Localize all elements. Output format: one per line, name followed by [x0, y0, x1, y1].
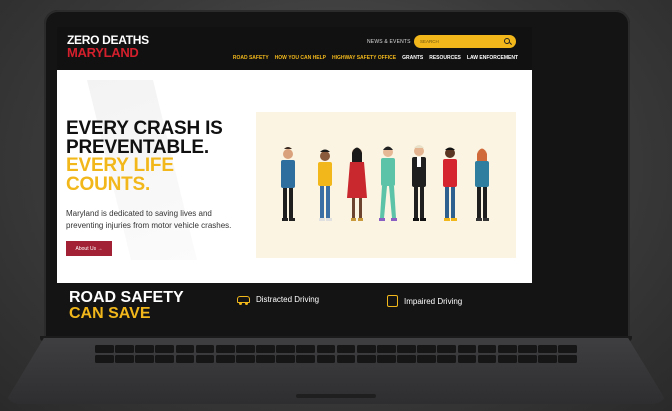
hero-headline: EVERY CRASH IS PREVENTABLE. EVERY LIFE C…	[66, 118, 223, 195]
search-input[interactable]	[420, 37, 496, 46]
band-title: ROAD SAFETY CAN SAVE	[69, 290, 184, 322]
nav-item-grants[interactable]: GRANTS	[402, 55, 423, 61]
topic-distracted-driving[interactable]: Distracted Driving	[237, 295, 320, 305]
about-us-button[interactable]: About Us →	[66, 241, 112, 256]
keyboard-key	[195, 345, 215, 354]
keyboard-key	[437, 345, 457, 354]
car-icon	[237, 296, 250, 305]
keyboard-key	[95, 345, 114, 354]
keyboard-key	[215, 354, 235, 363]
keyboard-key	[538, 354, 557, 363]
keyboard-key	[195, 354, 215, 363]
keyboard-key	[518, 345, 537, 354]
nav-item-law-enforcement[interactable]: LAW ENFORCEMENT	[467, 55, 518, 61]
hero-body-text: Maryland is dedicated to saving lives an…	[66, 209, 232, 231]
band-title-line-2: CAN SAVE	[69, 305, 151, 322]
keyboard-key	[115, 354, 134, 363]
keyboard-key	[356, 354, 376, 363]
laptop-screen: ZERO DEATHS MARYLAND NEWS & EVENTS ROAD …	[57, 27, 532, 323]
keyboard-key	[175, 354, 195, 363]
person-figure	[412, 145, 426, 221]
keyboard-key	[95, 354, 114, 363]
keyboard-key	[437, 354, 457, 363]
keyboard-key	[175, 345, 195, 354]
person-figure	[379, 146, 397, 221]
headline-line-4: COUNTS.	[66, 173, 151, 195]
keyboard-key	[276, 354, 295, 363]
keyboard-key	[155, 345, 175, 354]
keyboard-key	[457, 354, 477, 363]
hero-section: EVERY CRASH IS PREVENTABLE. EVERY LIFE C…	[57, 70, 532, 283]
keyboard-key	[417, 354, 436, 363]
person-figure	[318, 149, 332, 221]
keyboard-key	[518, 354, 537, 363]
nav-item-road-safety[interactable]: ROAD SAFETY	[233, 55, 269, 61]
keyboard-key	[497, 354, 517, 363]
keyboard-key	[115, 345, 134, 354]
keyboard-key	[397, 345, 416, 354]
keyboard-key	[356, 345, 376, 354]
keyboard-key	[236, 354, 255, 363]
site-logo[interactable]: ZERO DEATHS MARYLAND	[67, 34, 149, 59]
person-figure	[281, 147, 295, 221]
site-header: ZERO DEATHS MARYLAND NEWS & EVENTS ROAD …	[57, 27, 532, 70]
keyboard-key	[377, 354, 396, 363]
keyboard-key	[155, 354, 175, 363]
road-safety-band: ROAD SAFETY CAN SAVE Distracted Driving …	[57, 283, 532, 323]
search-icon[interactable]	[504, 38, 510, 44]
glass-icon	[387, 295, 398, 307]
keyboard-key	[336, 345, 356, 354]
person-figure	[347, 147, 367, 221]
keyboard-key	[558, 345, 577, 354]
keyboard-key	[276, 345, 295, 354]
topic-label: Impaired Driving	[404, 296, 463, 306]
keyboard-key	[336, 354, 356, 363]
keyboard-key	[316, 345, 336, 354]
person-figure	[475, 148, 489, 221]
band-title-line-1: ROAD SAFETY	[69, 289, 184, 306]
search-box	[414, 35, 516, 48]
people-illustration	[256, 112, 516, 258]
topic-label: Distracted Driving	[256, 295, 320, 304]
keyboard-key	[538, 345, 557, 354]
laptop-keyboard	[94, 344, 578, 364]
topic-impaired-driving[interactable]: Impaired Driving	[387, 295, 462, 307]
keyboard-key	[135, 345, 154, 354]
nav-item-highway-safety-office[interactable]: HIGHWAY SAFETY OFFICE	[332, 55, 396, 61]
headline-line-1: EVERY CRASH IS	[66, 118, 223, 139]
keyboard-key	[236, 345, 255, 354]
keyboard-key	[215, 345, 235, 354]
keyboard-key	[397, 354, 416, 363]
news-events-link[interactable]: NEWS & EVENTS	[367, 39, 411, 45]
main-nav: ROAD SAFETY HOW YOU CAN HELP HIGHWAY SAF…	[233, 55, 518, 61]
nav-item-resources[interactable]: RESOURCES	[429, 55, 461, 61]
keyboard-key	[497, 345, 517, 354]
keyboard-key	[477, 354, 497, 363]
keyboard-key	[457, 345, 477, 354]
logo-line-2: MARYLAND	[67, 45, 139, 60]
people-illustration-svg	[281, 145, 489, 221]
keyboard-key	[316, 354, 336, 363]
keyboard-key	[135, 354, 154, 363]
keyboard-key	[296, 345, 316, 354]
keyboard-key	[256, 345, 275, 354]
keyboard-key	[477, 345, 497, 354]
keyboard-key	[296, 354, 316, 363]
nav-item-how-you-can-help[interactable]: HOW YOU CAN HELP	[275, 55, 326, 61]
keyboard-key	[417, 345, 436, 354]
laptop-front-notch	[296, 394, 376, 398]
person-figure	[443, 147, 457, 221]
keyboard-key	[377, 345, 396, 354]
keyboard-key	[256, 354, 275, 363]
keyboard-key	[558, 354, 577, 363]
